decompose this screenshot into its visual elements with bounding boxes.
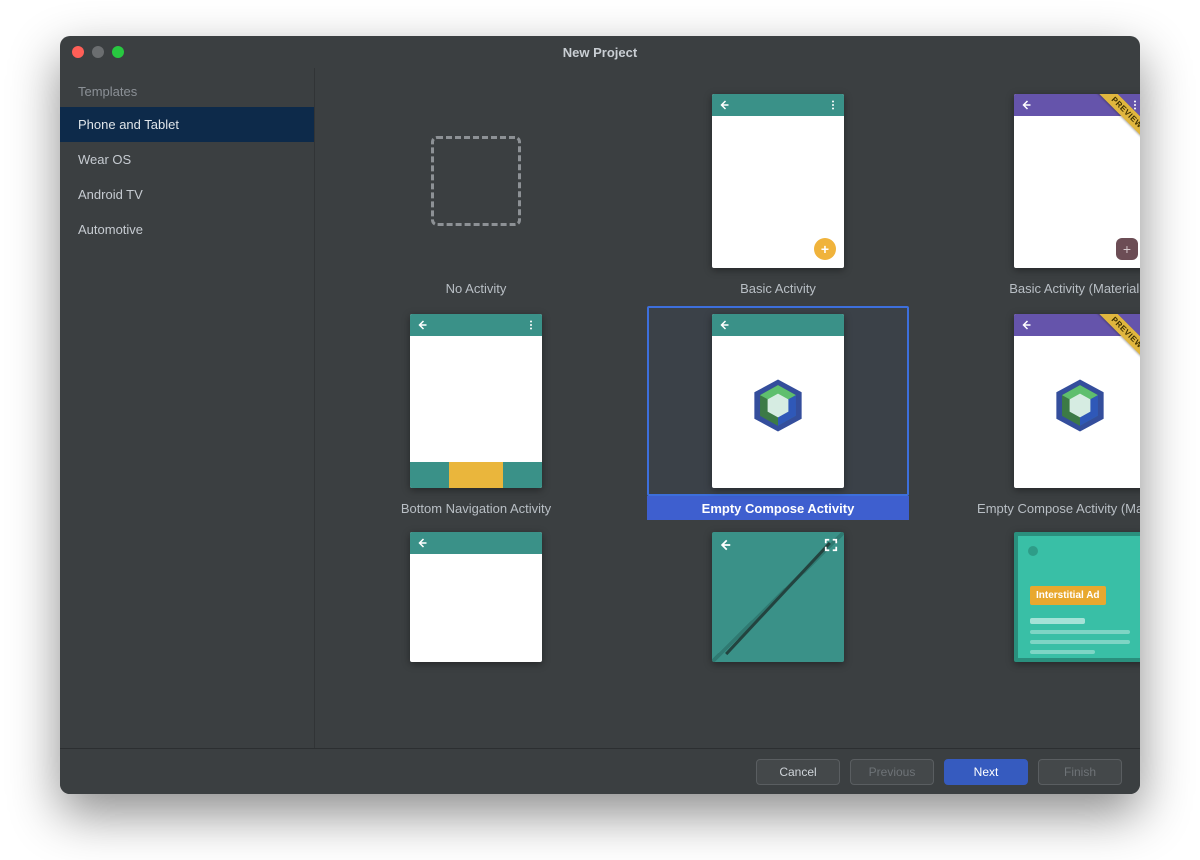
interstitial-ad-badge: Interstitial Ad (1030, 586, 1106, 605)
compose-logo-icon (754, 379, 802, 436)
fab-add-icon: + (814, 238, 836, 260)
template-empty-activity[interactable] (345, 526, 607, 666)
template-interstitial-ad[interactable]: Interstitial Ad (949, 526, 1140, 666)
template-thumb: Interstitial Ad (949, 526, 1140, 666)
minimize-window-button[interactable] (92, 46, 104, 58)
button-label: Cancel (779, 765, 816, 779)
previous-button[interactable]: Previous (850, 759, 934, 785)
sidebar-item-label: Android TV (78, 187, 143, 202)
bottom-nav-icon (410, 462, 542, 488)
sidebar-item-phone-tablet[interactable]: Phone and Tablet (60, 107, 314, 142)
back-arrow-icon (718, 99, 730, 111)
back-arrow-icon (416, 319, 428, 331)
sidebar-item-wear-os[interactable]: Wear OS (60, 142, 314, 177)
diagonal-line-icon (725, 542, 831, 655)
more-vert-icon (526, 319, 536, 331)
back-arrow-icon (416, 537, 428, 549)
templates-grid-area: No Activity + Basic Activity (315, 68, 1140, 748)
template-label: Empty Compose Activity (647, 496, 909, 520)
sidebar-item-label: Automotive (78, 222, 143, 237)
template-label: Basic Activity (647, 276, 909, 300)
template-empty-compose-m3[interactable]: PREVIEW Empty Compose Activity (Material… (949, 306, 1140, 520)
placeholder-lines-icon (1030, 618, 1130, 660)
templates-grid: No Activity + Basic Activity (315, 68, 1140, 666)
fullscreen-icon (824, 538, 838, 557)
phone-preview (712, 314, 844, 488)
sidebar-item-automotive[interactable]: Automotive (60, 212, 314, 247)
zoom-window-button[interactable] (112, 46, 124, 58)
close-window-button[interactable] (72, 46, 84, 58)
template-thumb: + (647, 86, 909, 276)
phone-preview (410, 532, 542, 662)
template-thumb (345, 306, 607, 496)
template-thumb (647, 306, 909, 496)
back-arrow-icon (1020, 319, 1032, 331)
fab-add-icon: + (1116, 238, 1138, 260)
button-label: Previous (869, 765, 916, 779)
traffic-lights (72, 46, 124, 58)
back-arrow-icon (718, 319, 730, 331)
template-basic-activity[interactable]: + Basic Activity (647, 86, 909, 300)
next-button[interactable]: Next (944, 759, 1028, 785)
preview-toolbar (410, 532, 542, 554)
back-arrow-icon (1020, 99, 1032, 111)
button-label: Finish (1064, 765, 1096, 779)
more-vert-icon (828, 99, 838, 111)
template-empty-compose[interactable]: Empty Compose Activity (647, 306, 909, 520)
sidebar-item-label: Wear OS (78, 152, 131, 167)
phone-preview (410, 314, 542, 488)
template-thumb: PREVIEW (949, 306, 1140, 496)
button-label: Next (974, 765, 999, 779)
window-title: New Project (60, 45, 1140, 60)
back-arrow-icon (718, 538, 732, 557)
template-label: Empty Compose Activity (Material3) (949, 496, 1140, 520)
empty-dashed-icon (431, 136, 521, 226)
titlebar: New Project (60, 36, 1140, 68)
cancel-button[interactable]: Cancel (756, 759, 840, 785)
templates-sidebar: Templates Phone and Tablet Wear OS Andro… (60, 68, 315, 748)
sidebar-header: Templates (60, 74, 314, 107)
template-bottom-nav[interactable]: Bottom Navigation Activity (345, 306, 607, 520)
finish-button[interactable]: Finish (1038, 759, 1122, 785)
dialog-footer: Cancel Previous Next Finish (60, 748, 1140, 794)
compose-logo-icon (1056, 379, 1104, 436)
phone-preview: PREVIEW + (1014, 94, 1140, 268)
template-label: No Activity (345, 276, 607, 300)
preview-toolbar (410, 314, 542, 336)
phone-preview: Interstitial Ad (1014, 532, 1140, 662)
template-thumb (345, 86, 607, 276)
template-label: Bottom Navigation Activity (345, 496, 607, 520)
preview-toolbar (712, 314, 844, 336)
preview-toolbar (712, 94, 844, 116)
phone-preview: + (712, 94, 844, 268)
template-thumb (345, 526, 607, 666)
dialog-body: Templates Phone and Tablet Wear OS Andro… (60, 68, 1140, 748)
template-label: Basic Activity (Material3) (949, 276, 1140, 300)
status-dot-icon (1028, 546, 1038, 556)
sidebar-item-label: Phone and Tablet (78, 117, 179, 132)
sidebar-item-android-tv[interactable]: Android TV (60, 177, 314, 212)
template-thumb: PREVIEW + (949, 86, 1140, 276)
phone-preview: PREVIEW (1014, 314, 1140, 488)
template-thumb (647, 526, 909, 666)
template-fullscreen[interactable] (647, 526, 909, 666)
phone-preview (712, 532, 844, 662)
template-no-activity[interactable]: No Activity (345, 86, 607, 300)
template-basic-activity-m3[interactable]: PREVIEW + Basic Activity (Material3) (949, 86, 1140, 300)
new-project-window: New Project Templates Phone and Tablet W… (60, 36, 1140, 794)
